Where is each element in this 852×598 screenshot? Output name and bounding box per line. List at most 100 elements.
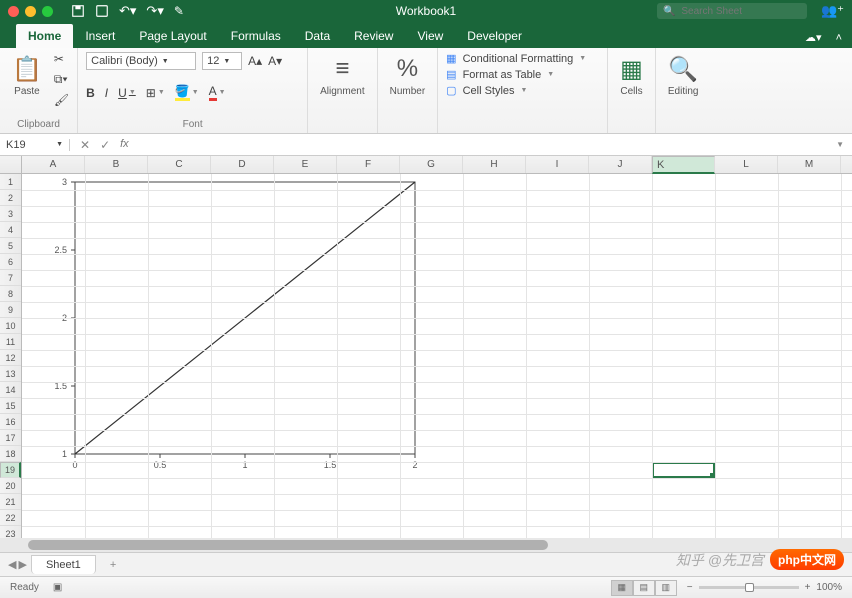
row-header[interactable]: 20 [0,478,21,494]
font-color-button[interactable]: A▼ [209,84,226,101]
font-size-select[interactable]: 12▼ [202,52,242,70]
zoom-out-icon[interactable]: − [687,582,693,593]
row-header[interactable]: 8 [0,286,21,302]
col-header[interactable]: L [715,156,778,173]
row-header[interactable]: 18 [0,446,21,462]
select-all-corner[interactable] [0,156,22,173]
row-header[interactable]: 5 [0,238,21,254]
tab-insert[interactable]: Insert [73,24,127,48]
row-header[interactable]: 6 [0,254,21,270]
zoom-in-icon[interactable]: + [805,582,811,593]
zoom-slider[interactable] [699,586,799,589]
normal-view-icon[interactable]: ▦ [611,580,633,596]
search-box[interactable]: 🔍 [657,3,807,19]
active-cell[interactable] [652,462,715,478]
page-break-view-icon[interactable]: ▥ [655,580,677,596]
row-header[interactable]: 21 [0,494,21,510]
fill-color-button[interactable]: 🪣▼ [175,84,199,101]
col-header[interactable]: K [652,156,715,174]
col-header[interactable]: D [211,156,274,173]
redo-icon[interactable]: ↷▾ [146,3,163,19]
row-header[interactable]: 3 [0,206,21,222]
col-header[interactable]: F [337,156,400,173]
row-header[interactable]: 19 [0,462,21,478]
col-header[interactable]: A [22,156,85,173]
tab-view[interactable]: View [405,24,455,48]
save-icon[interactable] [71,4,85,18]
cancel-formula-icon[interactable]: ✕ [80,138,90,152]
format-as-table-button[interactable]: ▤Format as Table▼ [446,68,586,81]
collapse-ribbon-icon[interactable]: ˄ [836,32,842,44]
name-box[interactable]: K19 ▼ [0,139,70,151]
cell-styles-button[interactable]: ▢Cell Styles▼ [446,84,586,97]
tab-developer[interactable]: Developer [455,24,534,48]
undo-icon[interactable]: ↶▾ [119,3,136,19]
col-header[interactable]: I [526,156,589,173]
tab-review[interactable]: Review [342,24,405,48]
accept-formula-icon[interactable]: ✓ [100,138,110,152]
col-header[interactable]: J [589,156,652,173]
row-header[interactable]: 2 [0,190,21,206]
cloud-icon[interactable]: ☁▾ [805,31,822,44]
save-alt-icon[interactable] [95,4,109,18]
row-header[interactable]: 11 [0,334,21,350]
cut-icon[interactable]: ✂ [54,52,69,66]
maximize-icon[interactable] [42,6,53,17]
col-header[interactable]: B [85,156,148,173]
col-header[interactable]: E [274,156,337,173]
sheet-next-icon[interactable]: ▶ [18,558,26,571]
close-icon[interactable] [8,6,19,17]
row-header[interactable]: 4 [0,222,21,238]
share-icon[interactable]: 👥⁺ [821,3,844,19]
row-header[interactable]: 16 [0,414,21,430]
copy-icon[interactable]: ⧉▾ [54,72,69,87]
alignment-button[interactable]: ≡ Alignment [316,52,368,99]
add-sheet-button[interactable]: + [100,556,126,574]
sheet-tab[interactable]: Sheet1 [31,555,96,574]
editing-button[interactable]: 🔍 Editing [664,52,703,99]
row-header[interactable]: 23 [0,526,21,538]
row-header[interactable]: 17 [0,430,21,446]
embedded-chart[interactable]: 3 2.5 2 1.5 1 0 0.5 1 1.5 2 [37,174,422,474]
col-header[interactable]: M [778,156,841,173]
zoom-level[interactable]: 100% [816,582,842,593]
tab-formulas[interactable]: Formulas [219,24,293,48]
tab-data[interactable]: Data [293,24,342,48]
name-box-dropdown-icon[interactable]: ▼ [56,141,63,148]
row-header[interactable]: 1 [0,174,21,190]
formula-input[interactable] [139,139,828,151]
col-header[interactable]: C [148,156,211,173]
paste-button[interactable]: 📋 Paste [8,52,46,99]
row-header[interactable]: 10 [0,318,21,334]
col-header[interactable]: H [463,156,526,173]
border-button[interactable]: ⊞▼ [146,86,165,100]
cells-area[interactable]: 3 2.5 2 1.5 1 0 0.5 1 1.5 2 [22,174,852,538]
tab-page-layout[interactable]: Page Layout [127,24,218,48]
search-input[interactable] [681,6,791,17]
fx-label[interactable]: fx [120,138,129,152]
format-painter-icon[interactable]: 🖌 [54,93,69,107]
horizontal-scrollbar[interactable] [0,538,852,552]
increase-font-icon[interactable]: A▴ [248,54,262,68]
bold-button[interactable]: B [86,86,95,100]
italic-button[interactable]: I [105,86,108,100]
font-name-select[interactable]: Calibri (Body)▼ [86,52,196,70]
col-header[interactable]: G [400,156,463,173]
row-header[interactable]: 13 [0,366,21,382]
page-layout-view-icon[interactable]: ▤ [633,580,655,596]
decrease-font-icon[interactable]: A▾ [268,54,282,68]
minimize-icon[interactable] [25,6,36,17]
conditional-formatting-button[interactable]: ▦Conditional Formatting▼ [446,52,586,65]
expand-formula-icon[interactable]: ▼ [828,140,852,149]
row-header[interactable]: 14 [0,382,21,398]
tab-home[interactable]: Home [16,24,73,48]
row-header[interactable]: 22 [0,510,21,526]
underline-button[interactable]: U▼ [118,86,136,100]
row-header[interactable]: 9 [0,302,21,318]
row-header[interactable]: 7 [0,270,21,286]
sheet-prev-icon[interactable]: ◀ [8,558,16,571]
macro-record-icon[interactable]: ▣ [53,582,62,593]
row-header[interactable]: 15 [0,398,21,414]
cells-button[interactable]: ▦ Cells [616,52,647,99]
row-header[interactable]: 12 [0,350,21,366]
